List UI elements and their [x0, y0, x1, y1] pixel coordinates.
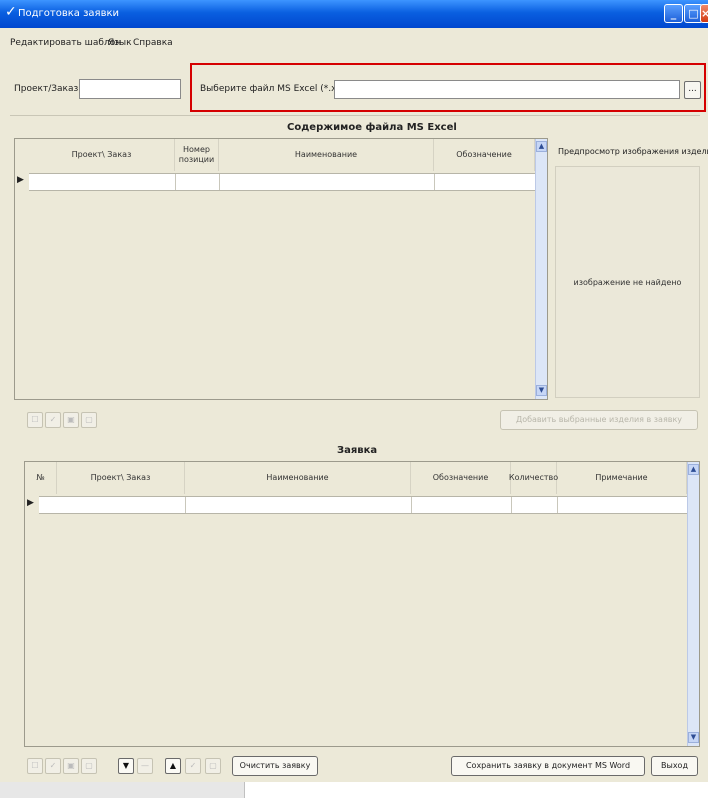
col-header-project[interactable]: Проект\ Заказ — [57, 462, 185, 494]
excel-file-input[interactable] — [334, 80, 680, 99]
col-header-position[interactable]: Номер позиции — [175, 139, 219, 171]
project-label: Проект/Заказ: — [14, 84, 82, 94]
preview-placeholder-text: изображение не найдено — [573, 277, 682, 287]
browse-button[interactable]: ... — [684, 81, 701, 99]
request-grid[interactable]: № Проект\ Заказ Наименование Обозначение… — [24, 461, 700, 747]
excel-grid-scrollbar[interactable]: ▲ ▼ — [535, 139, 547, 399]
separator — [10, 115, 700, 116]
request-grid-header: № Проект\ Заказ Наименование Обозначение… — [25, 462, 699, 494]
table-row[interactable] — [29, 173, 535, 191]
scroll-up-arrow-icon[interactable]: ▲ — [536, 141, 547, 152]
preview-title: Предпросмотр изображения изделия — [558, 147, 708, 156]
scroll-down-arrow-icon[interactable]: ▼ — [688, 732, 699, 743]
excel-section-title: Содержимое файла MS Excel — [287, 122, 457, 133]
excel-grid-header: Проект\ Заказ Номер позиции Наименование… — [15, 139, 547, 171]
check-page-icon[interactable]: ▣ — [63, 758, 79, 774]
move-down-icon[interactable]: ▼ — [118, 758, 134, 774]
col-header-name[interactable]: Наименование — [219, 139, 434, 171]
image-preview: изображение не найдено — [555, 166, 700, 398]
col-header-note[interactable]: Примечание — [557, 462, 687, 494]
scroll-up-arrow-icon[interactable]: ▲ — [688, 464, 699, 475]
col-header-number[interactable]: № — [25, 462, 57, 494]
check-page-icon[interactable]: ▣ — [63, 412, 79, 428]
select-all-icon[interactable]: ☐ — [27, 758, 43, 774]
select-all-icon[interactable]: ☐ — [27, 412, 43, 428]
move-up-icon[interactable]: ▲ — [165, 758, 181, 774]
col-header-designation[interactable]: Обозначение — [434, 139, 535, 171]
checkmark-app-icon: ✓ — [5, 4, 17, 20]
scroll-down-arrow-icon[interactable]: ▼ — [536, 385, 547, 396]
main-window: ✓ Подготовка заявки _ □ × Редактировать … — [0, 0, 708, 782]
remove-icon[interactable]: — — [137, 758, 153, 774]
col-header-project[interactable]: Проект\ Заказ — [29, 139, 175, 171]
menu-edit-template[interactable]: Редактировать шаблон — [10, 38, 121, 48]
check-icon[interactable]: ✓ — [45, 758, 61, 774]
menu-language[interactable]: Язык — [108, 38, 132, 48]
title-bar: ✓ Подготовка заявки _ □ × — [0, 0, 708, 28]
uncheck-icon[interactable]: ▢ — [81, 412, 97, 428]
taskbar-tab[interactable] — [0, 782, 245, 798]
window-title: Подготовка заявки — [18, 8, 120, 19]
delete-icon[interactable]: ▢ — [205, 758, 221, 774]
col-header-designation[interactable]: Обозначение — [411, 462, 511, 494]
save-to-word-button[interactable]: Сохранить заявку в документ MS Word — [451, 756, 645, 776]
col-header-quantity[interactable]: Количество — [509, 462, 558, 494]
close-button[interactable]: × — [700, 4, 708, 23]
add-selected-button[interactable]: Добавить выбранные изделия в заявку — [500, 410, 698, 430]
check-icon[interactable]: ✓ — [45, 412, 61, 428]
request-grid-scrollbar[interactable]: ▲ ▼ — [687, 462, 699, 746]
edit-icon[interactable]: ✓ — [185, 758, 201, 774]
table-row[interactable] — [39, 496, 687, 514]
col-header-name[interactable]: Наименование — [185, 462, 411, 494]
clear-request-button[interactable]: Очистить заявку — [232, 756, 318, 776]
excel-file-label: Выберите файл MS Excel (*.xls): — [200, 84, 351, 94]
row-pointer-icon: ▶ — [17, 175, 24, 185]
minimize-button[interactable]: _ — [664, 4, 683, 23]
taskbar — [0, 782, 708, 798]
row-pointer-icon: ▶ — [27, 498, 34, 508]
request-section-title: Заявка — [337, 445, 378, 456]
exit-button[interactable]: Выход — [651, 756, 698, 776]
project-input[interactable] — [79, 79, 181, 99]
menu-help[interactable]: Справка — [133, 38, 173, 48]
uncheck-icon[interactable]: ▢ — [81, 758, 97, 774]
excel-grid[interactable]: Проект\ Заказ Номер позиции Наименование… — [14, 138, 548, 400]
